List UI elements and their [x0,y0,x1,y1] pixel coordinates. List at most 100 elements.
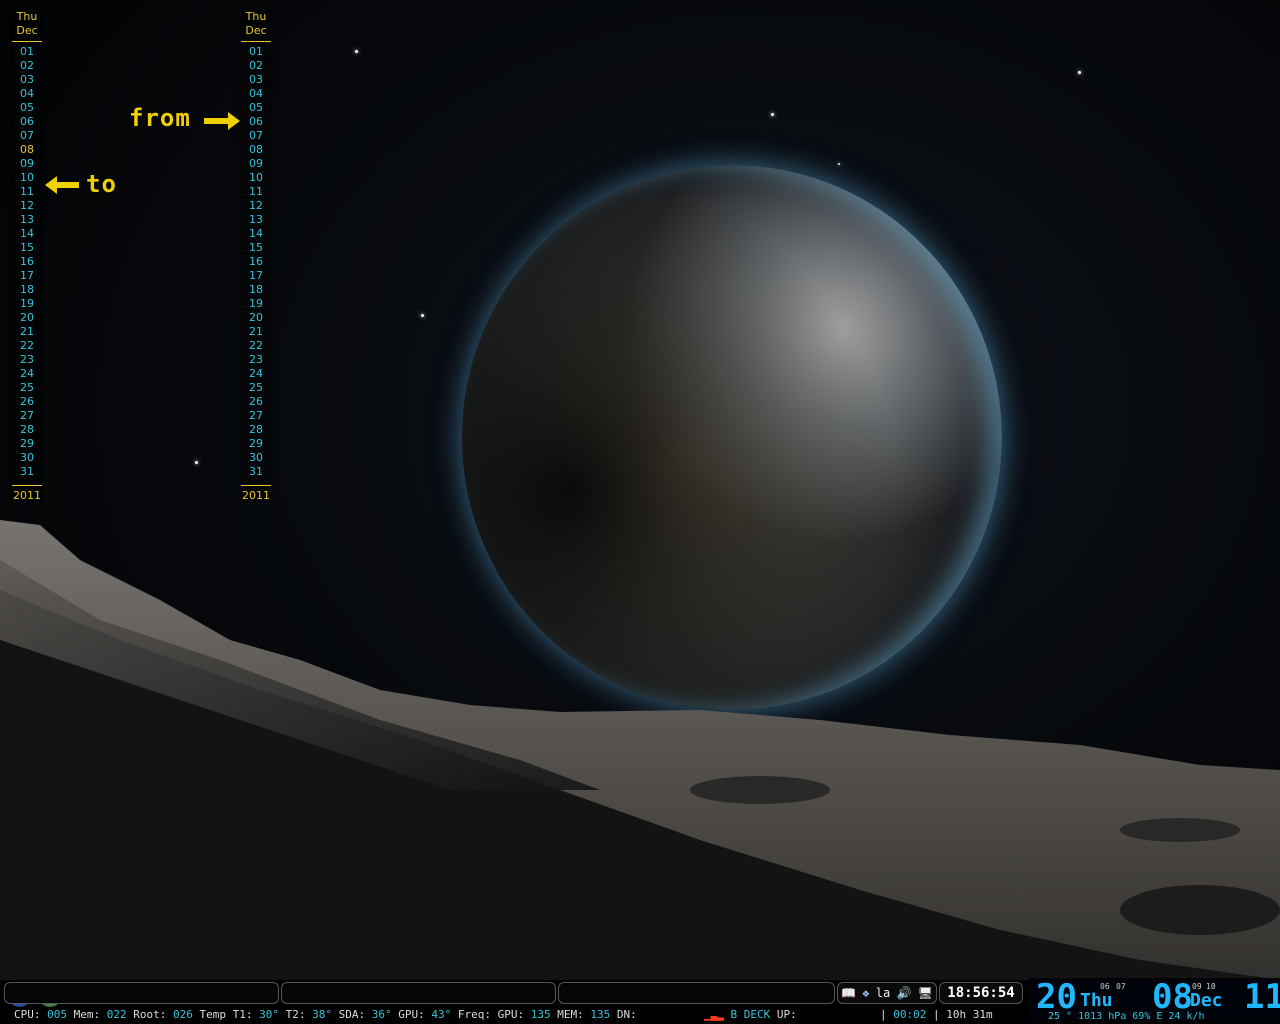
calendar-column-right: Thu Dec 01 02 03 04 05 06 07 08 09 10 11 12 13 14 15 16… [239,10,273,503]
desktop-wallpaper [0,0,1280,1024]
freq-gpu-value: 135 [530,1008,551,1021]
calendar-day: 12 [249,199,263,212]
calendar-day: 29 [249,437,263,450]
calendar-day: 03 [249,73,263,86]
divider [12,485,42,486]
temp-t2-label: T2: [285,1008,306,1021]
root-value: 026 [173,1008,193,1021]
clock[interactable]: 18:56:54 [939,982,1023,1004]
divider [12,41,42,42]
calendar-day: 02 [249,59,263,72]
calendar-day: 26 [20,395,34,408]
arrow-right-icon [204,112,240,130]
temp-t1-value: 30° [259,1008,279,1021]
calendar-day: 30 [20,451,34,464]
freq-label: Freq: GPU: [457,1008,525,1021]
calendar-month: Dec [245,24,267,37]
calendar-column-left: Thu Dec 01 02 03 04 05 06 07 08 09 10 11 12 13 14 15 16… [10,10,44,503]
calendar-day: 14 [249,227,263,240]
calendar-day: 18 [20,283,34,296]
divider [241,41,271,42]
calendar-weekday: Thu [16,10,38,23]
calendar-day: 02 [20,59,34,72]
annotation-from: from [129,104,191,132]
calendar-days: 01 02 03 04 05 06 07 08 09 10 11 12 13 14 15 16 17 18 19 20… [239,45,273,479]
calendar-day: 09 [249,157,263,170]
calendar-day: 18 [249,283,263,296]
calendar-day: 19 [249,297,263,310]
sda-value: 36° [371,1008,392,1021]
calendar-month: Dec [16,24,38,37]
uptime-monitor: | 00:02 | 10h 31m [880,1008,993,1022]
calendar-day: 31 [249,465,263,478]
calendar-day: 25 [20,381,34,394]
calendar-day: 05 [249,101,263,114]
calendar-day: 24 [249,367,263,380]
gpu-temp-value: 43° [431,1008,452,1021]
calendar-day: 04 [249,87,263,100]
calendar-weekday: Thu [245,10,267,23]
calendar-day: 21 [249,325,263,338]
next-day: 07 [1116,982,1126,991]
calendar-day: 24 [20,367,34,380]
big-year: 11 [1244,977,1280,1017]
network-icon[interactable]: 🖥 [918,986,933,1000]
mem-label: Mem: [73,1008,101,1021]
calendar-day: 20 [20,311,34,324]
keyboard-layout-indicator[interactable]: la [876,986,890,1000]
calendar-day: 01 [249,45,263,58]
cpu-label: CPU: [14,1008,41,1021]
weather-info: 25 ° 1013 hPa 69% E 24 k/h [1048,1011,1205,1022]
calendar-day: 06 [20,115,34,128]
freq-mem-label: MEM: [557,1008,584,1021]
uptime-short: 00:02 [893,1008,927,1021]
calendar-day: 27 [20,409,34,422]
calendar-day: 25 [249,381,263,394]
calendar-day: 30 [249,451,263,464]
separator: | [933,1008,940,1021]
calendar-day: 11 [249,185,263,198]
annotation-to: to [86,170,117,198]
calendar-day: 17 [20,269,34,282]
system-monitor-bar: CPU: 005 Mem: 022 Root: 026 Temp T1: 30°… [14,1008,637,1022]
taskbar-slot-1[interactable] [4,982,279,1004]
system-tray: 📖 ❖ la 🔊 🖥 [837,982,937,1004]
calendar-day: 05 [20,101,34,114]
calendar-day: 10 [20,171,34,184]
calendar-day: 23 [20,353,34,366]
download-graph-icon: ▁▃▂ [704,1008,724,1021]
prev-day: 06 [1100,982,1110,991]
calendar-day: 16 [20,255,34,268]
uptime-value: 10h 31m [946,1008,993,1021]
calendar-day: 07 [249,129,263,142]
calendar-day: 13 [20,213,34,226]
calendar-day: 13 [249,213,263,226]
root-label: Root: [133,1008,167,1021]
freq-mem-value: 135 [590,1008,611,1021]
calendar-day: 01 [20,45,34,58]
divider [241,485,271,486]
calendar-day: 26 [249,395,263,408]
calendar-day: 29 [20,437,34,450]
calendar-day: 07 [20,129,34,142]
volume-icon[interactable]: 🔊 [896,986,911,1000]
calendar-day: 11 [20,185,34,198]
calendar-day: 21 [20,325,34,338]
calendar-day: 17 [249,269,263,282]
calendar-day: 08 [20,143,34,156]
calendar-day: 15 [20,241,34,254]
calendar-day: 06 [249,115,263,128]
taskbar-slot-2[interactable] [281,982,556,1004]
book-icon[interactable]: 📖 [841,986,856,1000]
calendar-day: 28 [20,423,34,436]
dropbox-icon[interactable]: ❖ [862,986,869,1000]
big-weekday: Thu [1080,990,1113,1011]
calendar-day: 19 [20,297,34,310]
calendar-day: 09 [20,157,34,170]
calendar-day: 27 [249,409,263,422]
calendar-day: 23 [249,353,263,366]
big-month: Dec [1190,990,1223,1011]
taskbar-slot-3[interactable] [558,982,835,1004]
calendar-day: 31 [20,465,34,478]
calendar-year: 2011 [13,489,41,502]
